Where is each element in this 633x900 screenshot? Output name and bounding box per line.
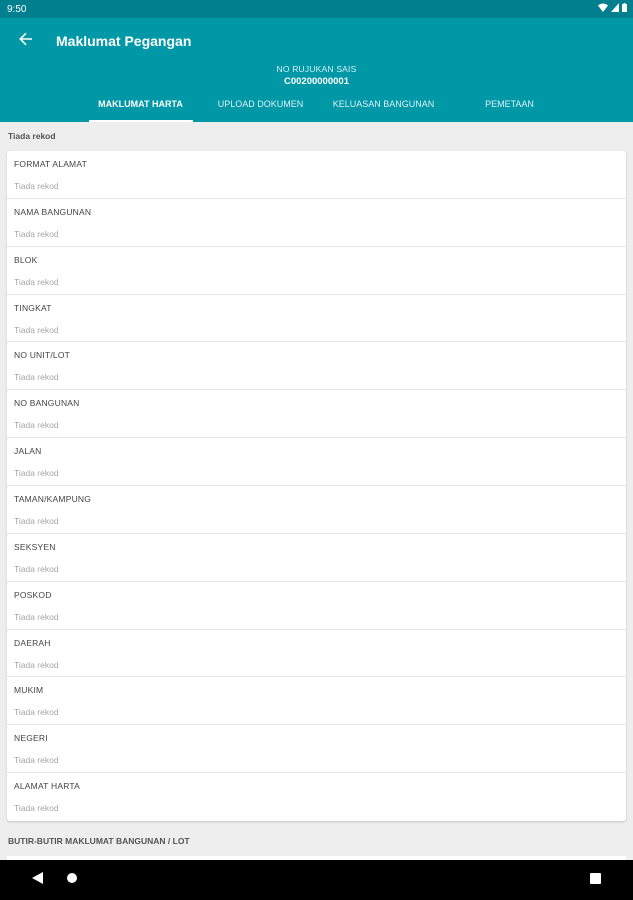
arrow-back-icon <box>19 32 33 51</box>
field-label: NAMA BANGUNAN <box>14 206 92 217</box>
section-header: Tiada rekod <box>8 131 56 141</box>
system-nav-bar <box>0 860 633 900</box>
signal-icon <box>611 3 619 15</box>
field-no-unit-lot: NO UNIT/LOT Tiada rekod <box>7 342 626 391</box>
field-negeri: NEGERI Tiada rekod <box>7 725 626 774</box>
field-jalan: JALAN Tiada rekod <box>7 438 626 487</box>
field-value: Tiada rekod <box>14 228 59 239</box>
nav-recents-button[interactable] <box>585 870 605 890</box>
app-bar: Maklumat Pegangan NO RUJUKAN SAIS C00200… <box>0 18 633 122</box>
field-value: Tiada rekod <box>14 611 59 622</box>
field-value: Tiada rekod <box>14 276 59 287</box>
field-seksyen: SEKSYEN Tiada rekod <box>7 534 626 582</box>
nav-back-button[interactable] <box>28 870 48 890</box>
field-value: Tiada rekod <box>14 324 59 335</box>
field-value: Tiada rekod <box>14 803 59 814</box>
reference-label: NO RUJUKAN SAIS <box>276 64 357 74</box>
field-label: TAMAN/KAMPUNG <box>14 494 92 505</box>
tab-upload-dokumen[interactable]: UPLOAD DOKUMEN <box>209 94 313 122</box>
details-card: FORMAT ALAMAT Tiada rekod NAMA BANGUNAN … <box>7 151 626 821</box>
field-label: JALAN <box>14 446 42 457</box>
field-value: Tiada rekod <box>14 516 59 527</box>
nav-home-icon <box>66 871 78 889</box>
field-label: FORMAT ALAMAT <box>14 159 87 169</box>
field-value: Tiada rekod <box>14 707 59 718</box>
field-label: SEKSYEN <box>14 541 56 552</box>
field-value: Tiada rekod <box>14 420 59 431</box>
reference-block: NO RUJUKAN SAIS C00200000001 <box>0 64 633 87</box>
battery-icon <box>622 3 627 15</box>
field-alamat-harta: ALAMAT HARTA Tiada rekod <box>7 773 626 821</box>
page-title: Maklumat Pegangan <box>56 33 192 49</box>
section-header-butir-butir: BUTIR-BUTIR MAKLUMAT BANGUNAN / LOT <box>8 836 190 846</box>
status-bar: 9:50 <box>0 0 633 18</box>
field-format-alamat: FORMAT ALAMAT Tiada rekod <box>7 151 626 199</box>
field-label: TINGKAT <box>14 302 52 313</box>
nav-back-icon <box>32 871 44 889</box>
field-label: BLOK <box>14 254 38 265</box>
field-label: NO UNIT/LOT <box>14 350 71 361</box>
back-button[interactable] <box>0 18 52 64</box>
tab-pemetaan[interactable]: PEMETAAN <box>475 94 545 122</box>
field-label: POSKOD <box>14 589 52 600</box>
wifi-icon <box>598 3 608 15</box>
field-label: DAERAH <box>14 637 51 648</box>
status-time: 9:50 <box>7 3 27 15</box>
field-value: Tiada rekod <box>14 563 59 574</box>
nav-recents-icon <box>589 871 601 889</box>
field-label: NO BANGUNAN <box>14 398 80 409</box>
field-value: Tiada rekod <box>14 181 59 191</box>
field-no-bangunan: NO BANGUNAN Tiada rekod <box>7 390 626 439</box>
field-value: Tiada rekod <box>14 468 59 479</box>
field-tingkat: TINGKAT Tiada rekod <box>7 295 626 343</box>
toolbar: Maklumat Pegangan <box>0 18 633 64</box>
field-taman-kampung: TAMAN/KAMPUNG Tiada rekod <box>7 486 626 534</box>
reference-value: C00200000001 <box>284 76 349 87</box>
field-nama-bangunan: NAMA BANGUNAN Tiada rekod <box>7 199 626 247</box>
field-value: Tiada rekod <box>14 755 59 766</box>
field-label: ALAMAT HARTA <box>14 781 81 792</box>
field-value: Tiada rekod <box>14 659 59 670</box>
field-blok: BLOK Tiada rekod <box>7 247 626 295</box>
status-icons <box>598 3 627 15</box>
field-daerah: DAERAH Tiada rekod <box>7 630 626 678</box>
tab-bar: MAKLUMAT HARTA UPLOAD DOKUMEN KELUASAN B… <box>0 94 633 122</box>
field-poskod: POSKOD Tiada rekod <box>7 582 626 630</box>
field-label: NEGERI <box>14 733 48 744</box>
tab-keluasan-bangunan[interactable]: KELUASAN BANGUNAN <box>325 94 443 122</box>
field-label: MUKIM <box>14 685 44 696</box>
field-value: Tiada rekod <box>14 372 59 383</box>
field-mukim: MUKIM Tiada rekod <box>7 677 626 726</box>
nav-home-button[interactable] <box>62 870 82 890</box>
tab-maklumat-harta[interactable]: MAKLUMAT HARTA <box>88 94 193 122</box>
